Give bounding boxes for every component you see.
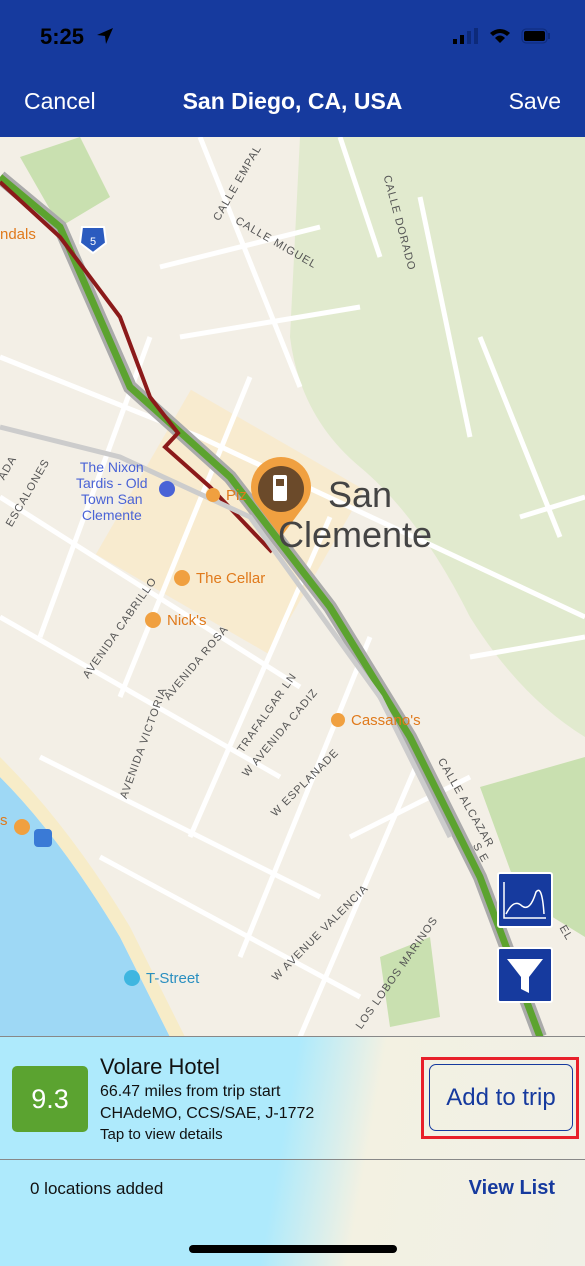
poi-pizza[interactable]: Piz xyxy=(226,487,247,504)
home-indicator[interactable] xyxy=(189,1245,397,1253)
poi-cassanos[interactable]: Cassano's xyxy=(351,712,421,729)
status-icons xyxy=(453,28,551,44)
train-icon xyxy=(34,829,52,847)
add-to-trip-button[interactable]: Add to trip xyxy=(429,1064,573,1131)
landmark-icon xyxy=(159,481,175,497)
view-list-button[interactable]: View List xyxy=(469,1177,555,1200)
location-name[interactable]: Volare Hotel xyxy=(100,1054,220,1080)
save-button[interactable]: Save xyxy=(509,88,561,115)
poi-the-cellar[interactable]: The Cellar xyxy=(196,570,265,587)
divider xyxy=(0,1159,585,1160)
restaurant-icon xyxy=(14,819,30,835)
location-distance: 66.47 miles from trip start xyxy=(100,1083,281,1100)
locations-count: 0 locations added xyxy=(30,1179,164,1198)
battery-icon xyxy=(521,28,550,44)
poi-label: ndals xyxy=(0,226,36,243)
pizza-icon xyxy=(331,713,345,727)
signal-icon xyxy=(453,28,478,44)
cancel-button[interactable]: Cancel xyxy=(24,88,96,115)
bar-icon xyxy=(174,570,190,586)
score-badge: 9.3 xyxy=(12,1066,88,1132)
city-label: San Clemente xyxy=(278,474,433,555)
location-arrow-icon xyxy=(96,27,114,50)
chart-icon xyxy=(503,882,546,919)
beach-icon xyxy=(124,970,140,986)
location-panel[interactable]: 9.3 Volare Hotel 66.47 miles from trip s… xyxy=(0,1036,585,1266)
elevation-chart-button[interactable] xyxy=(497,872,553,928)
pizza-icon xyxy=(206,488,220,502)
filter-button[interactable] xyxy=(497,947,553,1003)
header: 5:25 San Diego, CA, USA Cancel Save xyxy=(0,0,585,137)
filter-icon xyxy=(507,959,543,993)
map-view[interactable]: 5 ndals The Nixon Tardis - Old Town San … xyxy=(0,137,585,1037)
restaurant-icon xyxy=(145,612,161,628)
poi-nicks[interactable]: Nick's xyxy=(167,612,207,629)
highway-number: 5 xyxy=(90,236,96,248)
status-time: 5:25 xyxy=(40,24,85,49)
location-connectors: CHAdeMO, CCS/SAE, J-1772 xyxy=(100,1105,315,1122)
poi-nixon-tardis[interactable]: The Nixon Tardis - Old Town San Clemente xyxy=(76,459,148,523)
poi-t-street[interactable]: T-Street xyxy=(146,970,199,987)
details-hint[interactable]: Tap to view details xyxy=(100,1126,223,1143)
poi-label: s xyxy=(0,812,8,829)
wifi-icon xyxy=(490,29,510,43)
